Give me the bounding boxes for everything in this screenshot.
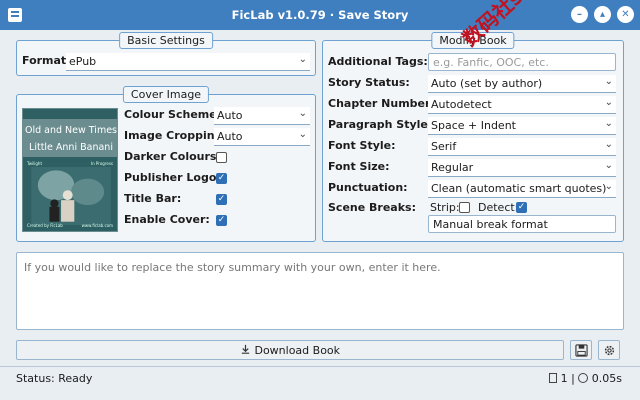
title-bar-label: Title Bar:	[124, 192, 182, 205]
story-status-select[interactable]: Auto (set by author) ⌄	[428, 75, 616, 93]
chevron-down-icon: ⌄	[604, 139, 613, 150]
detect-checkbox[interactable]: ✓	[516, 202, 527, 213]
title-bar-checkbox[interactable]: ✓	[216, 194, 227, 205]
format-label: Format:	[22, 54, 71, 67]
chevron-down-icon: ⌄	[604, 160, 613, 171]
strip-label: Strip:	[430, 201, 460, 214]
maximize-icon[interactable]: ▴	[594, 6, 611, 23]
chevron-down-icon: ⌄	[604, 118, 613, 129]
cover-author: Little Anni Banani	[29, 142, 113, 153]
cover-preview: Old and New Times Little Anni Banani Twi…	[22, 108, 118, 232]
cover-image-title: Cover Image	[122, 86, 210, 103]
format-select[interactable]: ePub ⌄	[66, 53, 310, 71]
page-count: 1	[560, 372, 568, 385]
enable-cover-checkbox[interactable]: ✓	[216, 215, 227, 226]
cover-footer-right: www.ficlab.com	[81, 223, 113, 228]
publisher-logo-label: Publisher Logo:	[124, 171, 221, 184]
font-size-label: Font Size:	[328, 160, 390, 173]
paragraph-style-select[interactable]: Space + Indent ⌄	[428, 117, 616, 135]
clock-icon	[578, 373, 589, 383]
save-settings-button[interactable]	[570, 340, 592, 360]
punctuation-value: Clean (automatic smart quotes)	[431, 182, 607, 195]
gear-icon	[604, 345, 615, 356]
manual-break-value: Manual break format	[433, 218, 548, 231]
image-cropping-label: Image Cropping:	[124, 129, 227, 142]
darker-colours-label: Darker Colours:	[124, 150, 221, 163]
manual-break-input[interactable]: Manual break format	[428, 215, 616, 233]
punctuation-label: Punctuation:	[328, 181, 408, 194]
elapsed-time: 0.05s	[591, 372, 622, 385]
story-status-value: Auto (set by author)	[431, 77, 543, 90]
status-bar: Status: Ready 1 | 0.05s	[0, 366, 640, 400]
cover-illustration	[31, 167, 111, 225]
font-style-label: Font Style:	[328, 139, 396, 152]
chevron-down-icon: ⌄	[604, 181, 613, 192]
cover-title: Old and New Times	[25, 125, 117, 136]
chapter-numbers-label: Chapter Numbers:	[328, 97, 442, 110]
story-status-label: Story Status:	[328, 76, 410, 89]
paragraph-style-value: Space + Indent	[431, 119, 516, 132]
minimize-icon[interactable]: –	[571, 6, 588, 23]
colour-scheme-label: Colour Scheme:	[124, 108, 222, 121]
scene-breaks-label: Scene Breaks:	[328, 201, 416, 214]
detect-label: Detect:	[478, 201, 519, 214]
paragraph-style-label: Paragraph Style:	[328, 118, 433, 131]
download-icon	[241, 344, 250, 354]
image-cropping-value: Auto	[217, 130, 243, 143]
page-icon	[549, 373, 558, 383]
publisher-logo-checkbox[interactable]: ✓	[216, 173, 227, 184]
settings-button[interactable]	[598, 340, 620, 360]
close-icon[interactable]: ✕	[617, 6, 634, 23]
additional-tags-input[interactable]: e.g. Fanfic, OOC, etc.	[428, 53, 616, 71]
font-size-select[interactable]: Regular ⌄	[428, 159, 616, 177]
chevron-down-icon: ⌄	[604, 97, 613, 108]
enable-cover-label: Enable Cover:	[124, 213, 210, 226]
additional-tags-label: Additional Tags:	[328, 55, 428, 68]
chevron-down-icon: ⌄	[298, 108, 307, 119]
status-text: Status: Ready	[16, 372, 93, 385]
chevron-down-icon: ⌄	[298, 129, 307, 140]
basic-settings-title: Basic Settings	[119, 32, 213, 49]
download-book-label: Download Book	[254, 344, 341, 357]
window-title: FicLab v1.0.79 · Save Story	[231, 8, 409, 22]
window-titlebar[interactable]: FicLab v1.0.79 · Save Story – ▴ ✕	[0, 0, 640, 30]
cover-footer-left: Created by FicLab	[27, 223, 63, 228]
colour-scheme-value: Auto	[217, 109, 243, 122]
save-icon	[575, 344, 588, 357]
chapter-numbers-select[interactable]: Autodetect ⌄	[428, 96, 616, 114]
font-style-select[interactable]: Serif ⌄	[428, 138, 616, 156]
image-cropping-select[interactable]: Auto ⌄	[214, 128, 310, 146]
cover-fandom: Twilight	[27, 161, 43, 166]
punctuation-select[interactable]: Clean (automatic smart quotes) ⌄	[428, 180, 616, 198]
chapter-numbers-value: Autodetect	[431, 98, 492, 111]
colour-scheme-select[interactable]: Auto ⌄	[214, 107, 310, 125]
chevron-down-icon: ⌄	[298, 54, 307, 65]
format-value: ePub	[69, 55, 97, 68]
download-book-button[interactable]: Download Book	[16, 340, 564, 360]
cover-status: In Progress	[90, 161, 113, 166]
chevron-down-icon: ⌄	[604, 76, 613, 87]
summary-textarea[interactable]: If you would like to replace the story s…	[16, 252, 624, 330]
darker-colours-checkbox[interactable]	[216, 152, 227, 163]
summary-placeholder: If you would like to replace the story s…	[24, 261, 441, 274]
font-style-value: Serif	[431, 140, 457, 153]
font-size-value: Regular	[431, 161, 474, 174]
strip-checkbox[interactable]	[459, 202, 470, 213]
additional-tags-placeholder: e.g. Fanfic, OOC, etc.	[433, 56, 549, 69]
